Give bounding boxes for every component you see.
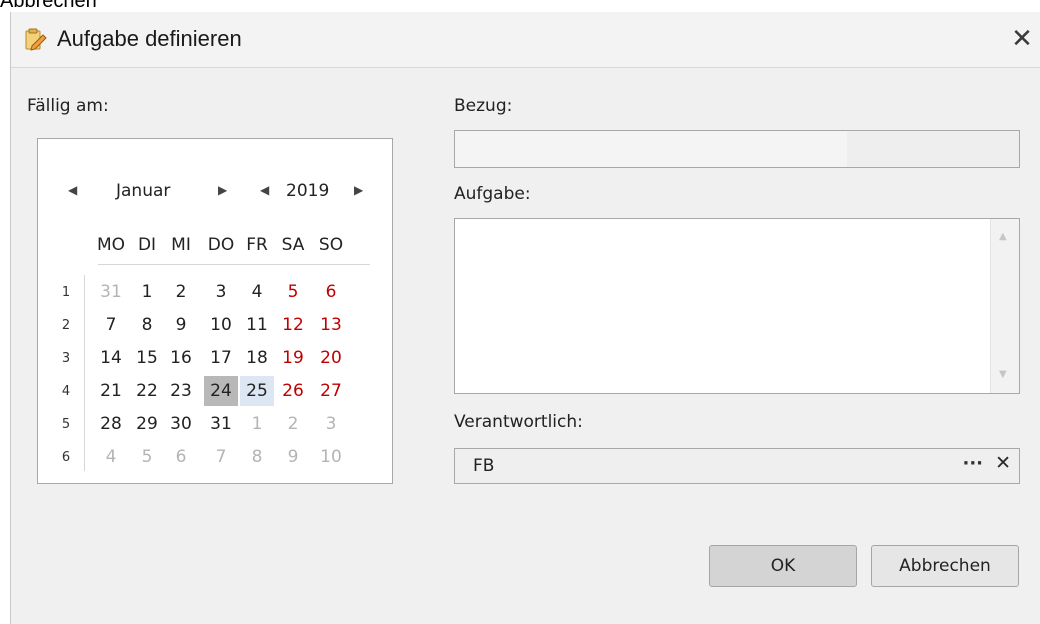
calendar-month[interactable]: Januar bbox=[116, 181, 170, 201]
calendar-day[interactable]: 13 bbox=[314, 310, 348, 340]
scroll-down-icon[interactable]: ▼ bbox=[999, 369, 1007, 380]
calendar-day[interactable]: 4 bbox=[94, 442, 128, 472]
week-number: 2 bbox=[61, 318, 71, 333]
calendar-day[interactable]: 10 bbox=[204, 310, 238, 340]
calendar-day[interactable]: 10 bbox=[314, 442, 348, 472]
calendar-day[interactable]: 8 bbox=[240, 442, 274, 472]
calendar-day[interactable]: 3 bbox=[204, 277, 238, 307]
clear-icon[interactable]: ✕ bbox=[995, 452, 1011, 474]
calendar-day[interactable]: 26 bbox=[276, 376, 310, 406]
calendar-day[interactable]: 7 bbox=[94, 310, 128, 340]
calendar-day[interactable]: 6 bbox=[164, 442, 198, 472]
calendar-day[interactable]: 1 bbox=[240, 409, 274, 439]
weekday-divider bbox=[98, 264, 370, 265]
weekday-so: SO bbox=[318, 235, 344, 255]
calendar-day[interactable]: 4 bbox=[240, 277, 274, 307]
cancel-button[interactable]: Abbrechen bbox=[871, 545, 1019, 587]
dialog-title: Aufgabe definieren bbox=[57, 26, 242, 51]
responsible-label: Verantwortlich: bbox=[454, 412, 583, 432]
calendar-day[interactable]: 23 bbox=[164, 376, 198, 406]
next-year-icon[interactable]: ▶ bbox=[354, 183, 363, 197]
reference-field[interactable] bbox=[454, 130, 1020, 168]
calendar-day[interactable]: 17 bbox=[204, 343, 238, 373]
title-bar: Aufgabe definieren ✕ bbox=[11, 12, 1040, 68]
prev-year-icon[interactable]: ◀ bbox=[260, 183, 269, 197]
task-textarea[interactable]: ▲ ▼ bbox=[454, 218, 1020, 394]
calendar-day[interactable]: 30 bbox=[164, 409, 198, 439]
calendar-day[interactable]: 6 bbox=[314, 277, 348, 307]
calendar-day[interactable]: 24 bbox=[204, 376, 238, 406]
calendar-day[interactable]: 3 bbox=[314, 409, 348, 439]
calendar-day[interactable]: 2 bbox=[164, 277, 198, 307]
ok-button[interactable]: OK bbox=[709, 545, 857, 587]
calendar-day[interactable]: 1 bbox=[130, 277, 164, 307]
calendar-day[interactable]: 5 bbox=[276, 277, 310, 307]
calendar-day[interactable]: 8 bbox=[130, 310, 164, 340]
calendar-day[interactable]: 12 bbox=[276, 310, 310, 340]
reference-label: Bezug: bbox=[454, 96, 513, 116]
calendar-day[interactable]: 9 bbox=[164, 310, 198, 340]
calendar-day[interactable]: 16 bbox=[164, 343, 198, 373]
task-dialog: Aufgabe definieren ✕ Fällig am: ◀ Januar… bbox=[10, 12, 1040, 624]
week-number: 3 bbox=[61, 351, 71, 366]
calendar-day[interactable]: 22 bbox=[130, 376, 164, 406]
weekday-fr: FR bbox=[246, 235, 268, 255]
scroll-up-icon[interactable]: ▲ bbox=[999, 231, 1007, 242]
reference-field-fill bbox=[455, 131, 847, 167]
calendar-year[interactable]: 2019 bbox=[286, 181, 329, 201]
responsible-value: FB bbox=[473, 456, 495, 476]
task-edit-icon bbox=[25, 28, 47, 51]
weekday-mo: MO bbox=[96, 235, 126, 255]
weekday-di: DI bbox=[137, 235, 157, 255]
calendar-day[interactable]: 5 bbox=[130, 442, 164, 472]
calendar-day[interactable]: 2 bbox=[276, 409, 310, 439]
calendar-day[interactable]: 27 bbox=[314, 376, 348, 406]
task-scrollbar[interactable]: ▲ ▼ bbox=[990, 219, 1019, 393]
calendar-day[interactable]: 20 bbox=[314, 343, 348, 373]
calendar-day[interactable]: 14 bbox=[94, 343, 128, 373]
calendar-day[interactable]: 18 bbox=[240, 343, 274, 373]
calendar-day[interactable]: 11 bbox=[240, 310, 274, 340]
week-number: 4 bbox=[61, 384, 71, 399]
calendar-day[interactable]: 7 bbox=[204, 442, 238, 472]
calendar-day[interactable]: 15 bbox=[130, 343, 164, 373]
calendar-day[interactable]: 21 bbox=[94, 376, 128, 406]
weekday-sa: SA bbox=[281, 235, 305, 255]
close-icon[interactable]: ✕ bbox=[1007, 24, 1037, 54]
next-month-icon[interactable]: ▶ bbox=[218, 183, 227, 197]
calendar-day[interactable]: 29 bbox=[130, 409, 164, 439]
prev-month-icon[interactable]: ◀ bbox=[68, 183, 77, 197]
calendar-day[interactable]: 25 bbox=[240, 376, 274, 406]
due-date-label: Fällig am: bbox=[27, 96, 109, 116]
calendar: ◀ Januar ▶ ◀ 2019 ▶ MO DI MI DO FR SA SO 1 31 1 2… bbox=[37, 138, 393, 484]
week-number: 5 bbox=[61, 417, 71, 432]
week-number: 1 bbox=[61, 285, 71, 300]
weekday-do: DO bbox=[207, 235, 235, 255]
week-number: 6 bbox=[61, 450, 71, 465]
task-label: Aufgabe: bbox=[454, 184, 531, 204]
responsible-field[interactable]: FB ··· ✕ bbox=[454, 448, 1020, 484]
calendar-day[interactable]: 31 bbox=[204, 409, 238, 439]
calendar-day[interactable]: 19 bbox=[276, 343, 310, 373]
browse-icon[interactable]: ··· bbox=[962, 453, 983, 474]
calendar-day[interactable]: 31 bbox=[94, 277, 128, 307]
weekday-mi: MI bbox=[171, 235, 191, 255]
calendar-day[interactable]: 9 bbox=[276, 442, 310, 472]
calendar-day[interactable]: 28 bbox=[94, 409, 128, 439]
week-number-divider bbox=[84, 275, 85, 471]
